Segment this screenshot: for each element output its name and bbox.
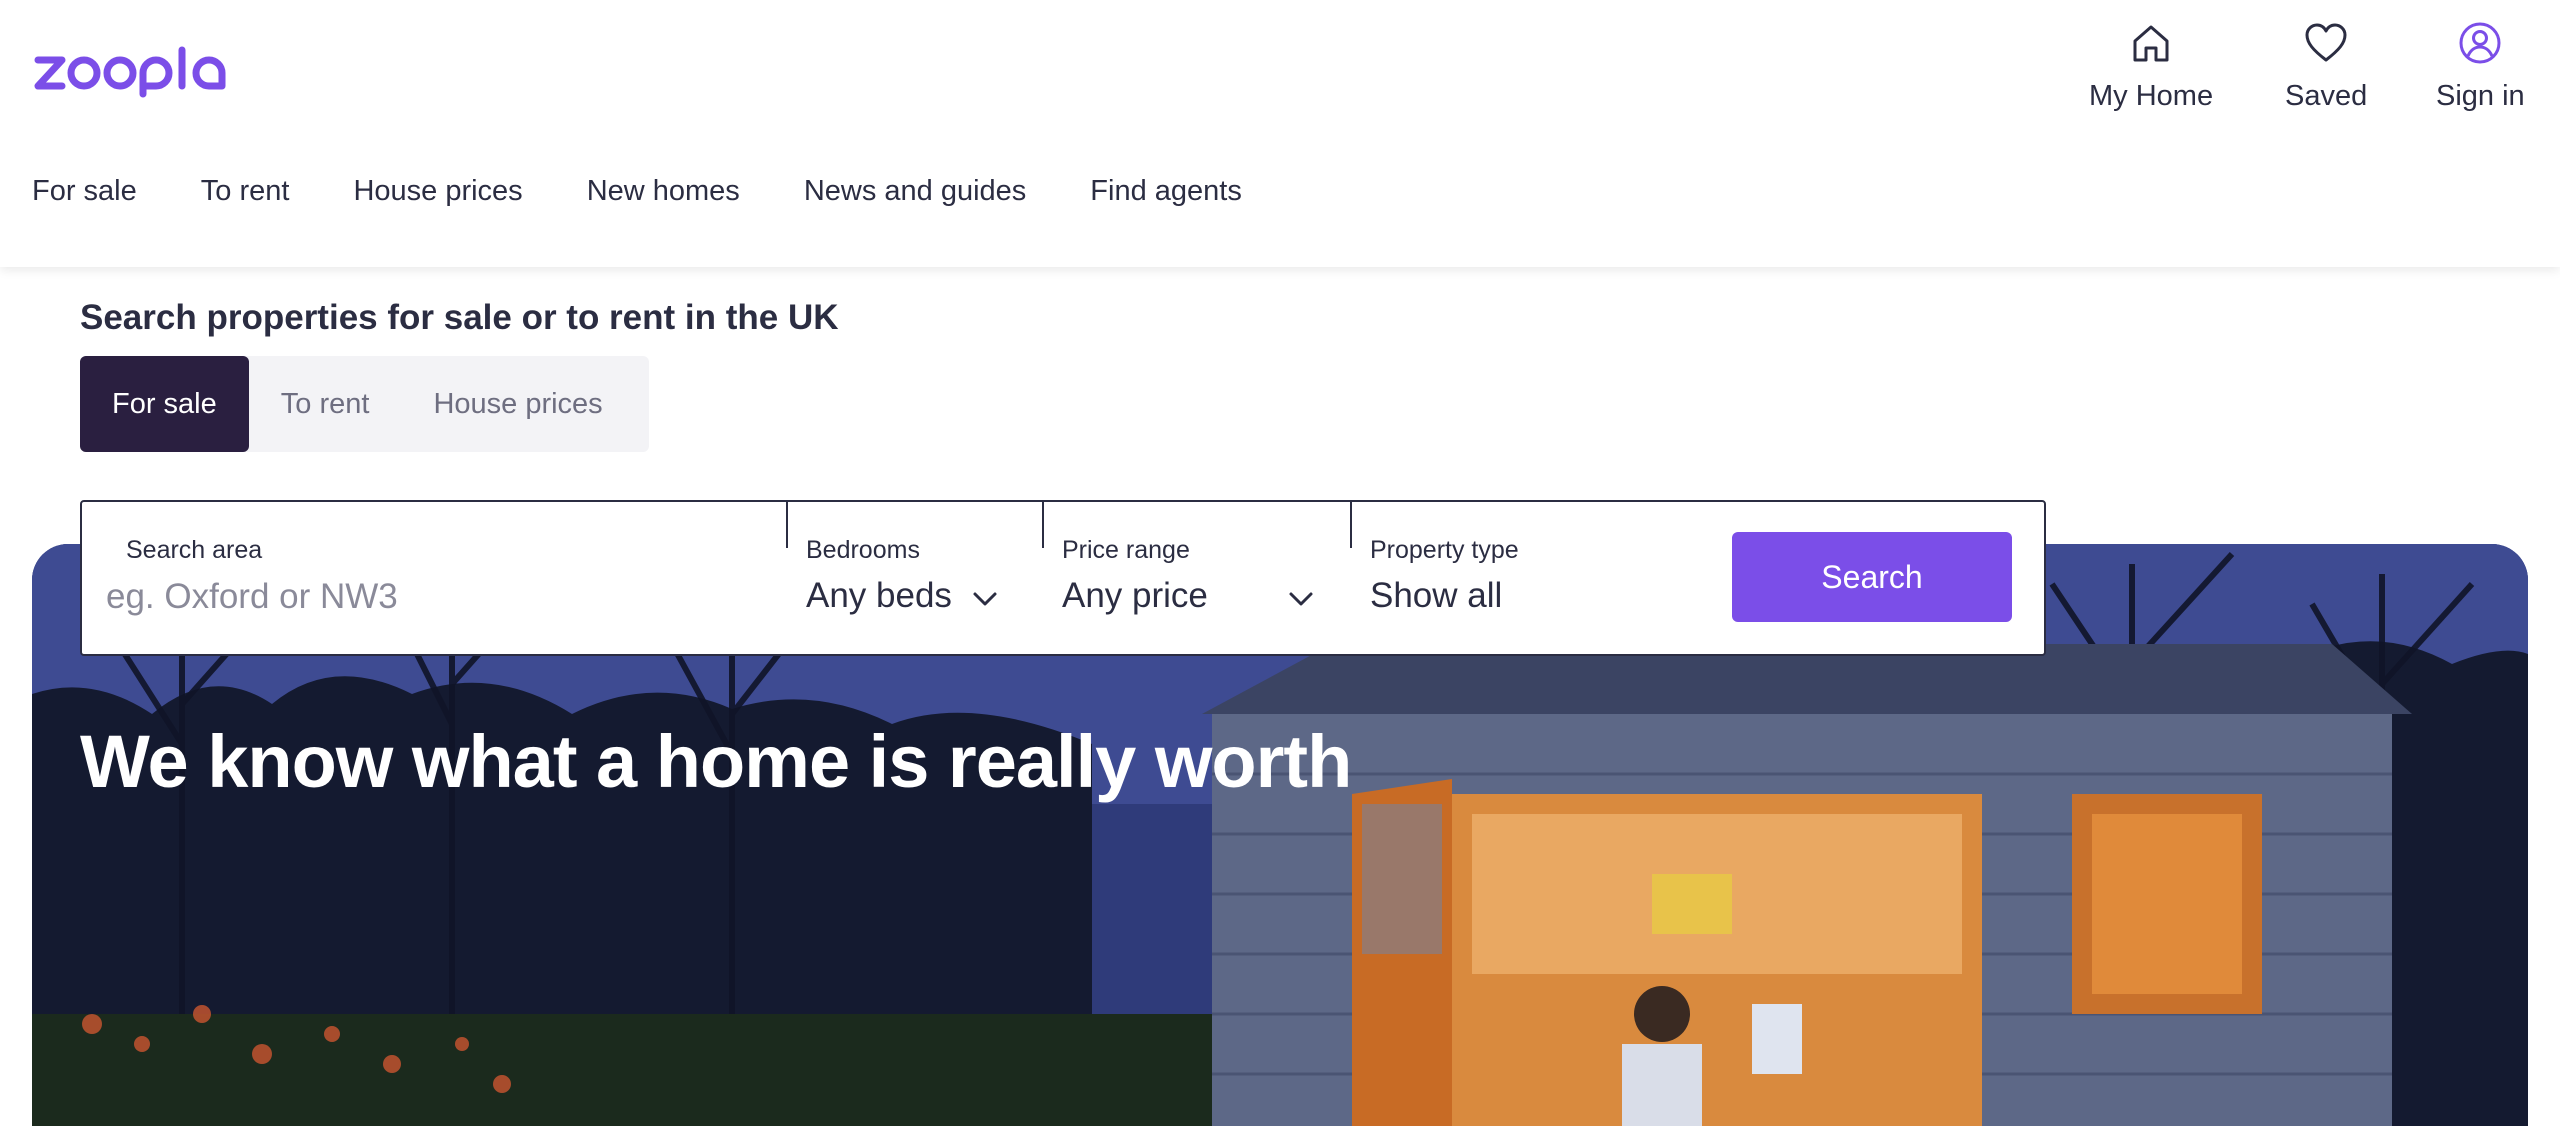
- saved-link[interactable]: Saved: [2285, 20, 2367, 113]
- user-circle-icon: [2459, 22, 2501, 64]
- zoopla-logo-mark: [34, 46, 226, 98]
- search-heading: Search properties for sale or to rent in…: [80, 298, 839, 337]
- bedrooms-label: Bedrooms: [806, 536, 920, 564]
- my-home-link[interactable]: My Home: [2089, 20, 2213, 113]
- sign-in-label: Sign in: [2436, 80, 2525, 112]
- search-area-label: Search area: [126, 536, 263, 564]
- my-home-label: My Home: [2089, 80, 2214, 112]
- bedrooms-value: Any beds: [806, 576, 952, 615]
- nav-house-prices[interactable]: House prices: [353, 175, 522, 208]
- main-navigation: For sale To rent House prices New homes …: [32, 175, 1306, 208]
- price-range-select[interactable]: Price range Any price: [1042, 502, 1350, 654]
- nav-news-and-guides[interactable]: News and guides: [804, 175, 1026, 208]
- property-type-value: Show all: [1370, 576, 1503, 615]
- search-button[interactable]: Search: [1732, 532, 2012, 622]
- search-area-input[interactable]: [106, 572, 766, 622]
- search-tabs: For sale To rent House prices: [80, 356, 649, 452]
- nav-for-sale[interactable]: For sale: [32, 175, 137, 208]
- tab-to-rent[interactable]: To rent: [249, 356, 402, 452]
- nav-find-agents[interactable]: Find agents: [1090, 175, 1242, 208]
- saved-label: Saved: [2285, 80, 2368, 112]
- sign-in-link[interactable]: Sign in: [2436, 20, 2525, 113]
- nav-to-rent[interactable]: To rent: [201, 175, 290, 208]
- tab-house-prices[interactable]: House prices: [401, 356, 634, 452]
- price-range-value: Any price: [1062, 576, 1208, 615]
- site-header: My Home Saved Sign in For sale To rent H…: [0, 0, 2560, 267]
- hero-headline: We know what a home is really worth: [80, 720, 1352, 803]
- home-icon: [2133, 25, 2169, 62]
- nav-new-homes[interactable]: New homes: [587, 175, 740, 208]
- search-area-field: Search area: [106, 502, 786, 654]
- property-type-label: Property type: [1370, 536, 1519, 564]
- zoopla-logo[interactable]: [32, 46, 256, 98]
- bedrooms-select[interactable]: Bedrooms Any beds: [786, 502, 1042, 654]
- price-range-label: Price range: [1062, 536, 1190, 564]
- tab-for-sale[interactable]: For sale: [80, 356, 249, 452]
- search-form: Search area Bedrooms Any beds Price rang…: [80, 500, 2046, 656]
- heart-icon: [2305, 23, 2347, 62]
- chevron-down-icon: [973, 592, 997, 606]
- chevron-down-icon: [1289, 592, 1313, 606]
